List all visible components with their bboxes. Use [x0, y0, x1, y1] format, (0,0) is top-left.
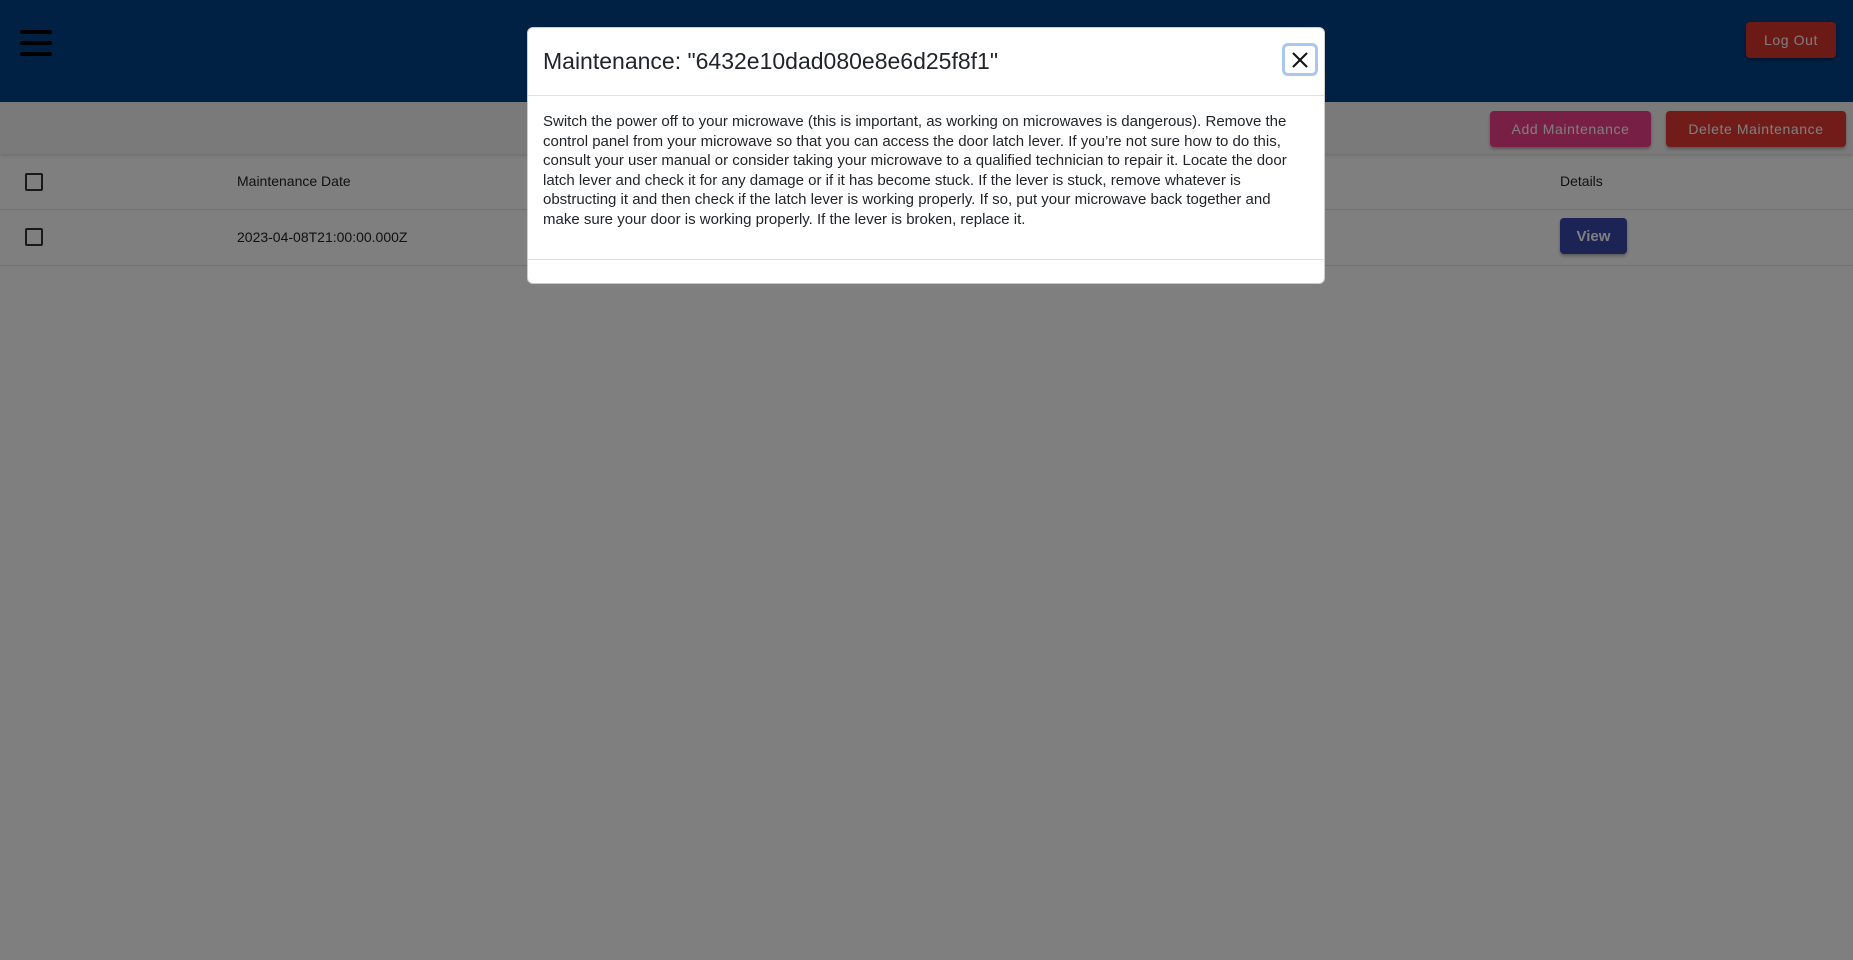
close-button[interactable]: [1282, 43, 1318, 76]
modal-description: Switch the power off to your microwave (…: [543, 113, 1287, 228]
page: Log Out Add Maintenance Delete Maintenan…: [0, 0, 1853, 960]
close-x-icon: [1292, 51, 1308, 68]
modal-header: Maintenance: "6432e10dad080e8e6d25f8f1": [528, 28, 1324, 96]
modal-footer: [528, 259, 1324, 283]
modal-title: Maintenance: "6432e10dad080e8e6d25f8f1": [543, 48, 999, 74]
maintenance-details-modal: Maintenance: "6432e10dad080e8e6d25f8f1" …: [527, 27, 1325, 284]
